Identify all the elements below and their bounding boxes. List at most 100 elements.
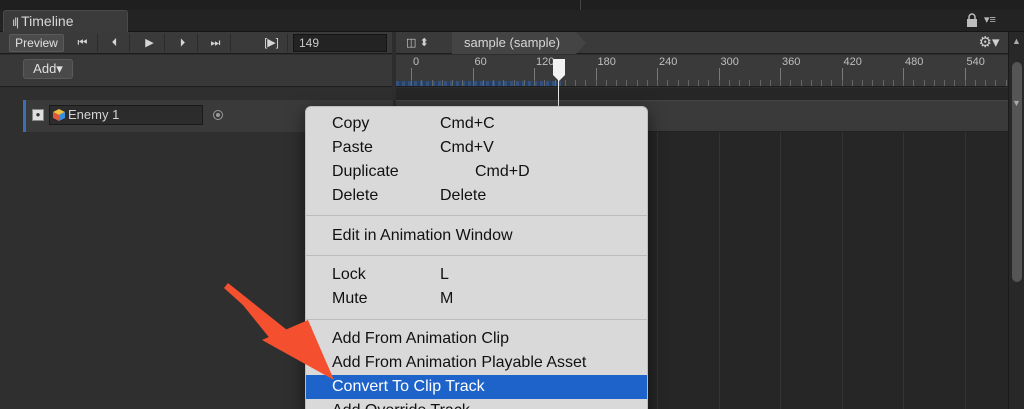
ruler-minor-tick: [482, 80, 484, 86]
menu-item-add-override-track[interactable]: Add Override Track: [306, 399, 647, 409]
ruler-minor-tick: [585, 80, 587, 86]
view-toggle[interactable]: ◫ ⬍: [406, 34, 442, 52]
scroll-down-icon[interactable]: ▼: [1012, 98, 1021, 108]
tab-timeline[interactable]: ıl| Timeline: [3, 10, 128, 32]
breadcrumb[interactable]: sample (sample): [452, 32, 587, 54]
ruler-minor-tick: [862, 80, 863, 86]
scroll-thumb[interactable]: [1012, 62, 1022, 282]
ruler-label: 0: [413, 56, 420, 68]
ruler-minor-tick: [431, 80, 433, 86]
menu-item-copy[interactable]: Copy Cmd+C: [306, 112, 647, 136]
play-range-toggle[interactable]: [▶]: [256, 34, 288, 52]
divider: [580, 0, 581, 10]
ruler-minor-tick: [995, 80, 997, 86]
menu-item-convert-to-clip-track[interactable]: Convert To Clip Track: [306, 375, 647, 399]
menu-item-label: Delete: [332, 187, 379, 204]
ruler-label: 300: [720, 56, 739, 68]
ruler-minor-tick: [493, 80, 494, 86]
menu-item-mute[interactable]: Mute M: [306, 287, 647, 311]
menu-item-shortcut: M: [440, 290, 454, 307]
ruler-minor-tick: [923, 80, 925, 86]
current-frame-field[interactable]: 149: [293, 34, 387, 52]
ruler-minor-tick: [605, 80, 607, 86]
ruler-minor-tick: [708, 80, 710, 86]
top-band: [0, 0, 1024, 10]
ruler-minor-tick: [677, 80, 679, 86]
ruler-minor-tick: [851, 80, 853, 86]
menu-item-duplicate[interactable]: Duplicate Cmd+D: [306, 160, 647, 184]
menu-item-label: Add From Animation Clip: [332, 330, 509, 347]
tab-title: Timeline: [21, 13, 74, 29]
goto-start-icon[interactable]: ⏮: [68, 34, 98, 52]
menu-item-label: Add Override Track: [332, 399, 470, 409]
ruler-minor-tick: [534, 80, 535, 86]
ruler-label: 180: [597, 56, 616, 68]
ruler-minor-tick: [441, 80, 443, 86]
menu-item-label: Add From Animation Playable Asset: [332, 354, 587, 371]
menu-item-shortcut: L: [440, 266, 449, 283]
game-object-icon: [53, 109, 65, 121]
transport-toolbar: Preview ⏮ ⏴ ▶ ⏵ ⏭ [▶] 149: [0, 32, 392, 54]
tab-menu-icon[interactable]: ▾≡: [984, 13, 996, 26]
ruler-minor-tick: [954, 80, 956, 86]
playhead-icon[interactable]: [553, 59, 565, 81]
ruler-minor-tick: [657, 80, 658, 86]
ruler-minor-tick: [913, 80, 915, 86]
menu-separator: [306, 319, 647, 320]
scroll-up-icon[interactable]: ▲: [1012, 36, 1021, 46]
time-ruler[interactable]: 0 60 120 180 240 300 360 420 480 540: [396, 55, 1008, 87]
ruler-label: 360: [782, 56, 801, 68]
lock-icon[interactable]: [966, 13, 978, 27]
menu-item-paste[interactable]: Paste Cmd+V: [306, 136, 647, 160]
preview-button[interactable]: Preview: [9, 34, 64, 52]
ruler-minor-tick: [616, 80, 617, 86]
ruler-minor-tick: [728, 80, 730, 86]
prev-frame-icon[interactable]: ⏴: [100, 34, 130, 52]
ruler-minor-tick: [421, 80, 423, 86]
object-picker-icon[interactable]: [213, 110, 223, 120]
menu-item-label: Duplicate: [332, 163, 399, 180]
menu-item-shortcut: Cmd+C: [440, 115, 495, 132]
ruler-minor-tick: [636, 80, 638, 86]
menu-item-label: Copy: [332, 115, 370, 132]
ruler-minor-tick: [985, 80, 986, 86]
play-icon[interactable]: ▶: [135, 34, 165, 52]
menu-item-add-from-animation-clip[interactable]: Add From Animation Clip: [306, 327, 647, 351]
ruler-minor-tick: [544, 80, 546, 86]
timeline-icon: ıl|: [12, 15, 19, 29]
grid-line: [780, 132, 781, 409]
track-binding-field[interactable]: Enemy 1: [49, 105, 203, 125]
ruler-minor-tick: [626, 80, 628, 86]
context-menu: Copy Cmd+C Paste Cmd+V Duplicate Cmd+D D…: [305, 106, 648, 409]
ruler-minor-tick: [523, 80, 525, 86]
ruler-minor-tick: [503, 80, 505, 86]
grid-line: [903, 132, 904, 409]
tab-strip: ıl| Timeline: [0, 10, 1024, 32]
gear-icon[interactable]: ⚙▾: [978, 33, 1000, 53]
menu-item-label: Edit in Animation Window: [332, 227, 513, 244]
menu-item-delete[interactable]: Delete Delete: [306, 184, 647, 208]
next-frame-icon[interactable]: ⏵: [168, 34, 198, 52]
ruler-minor-tick: [452, 80, 453, 86]
ruler-minor-tick: [462, 80, 464, 86]
menu-item-label: Paste: [332, 139, 373, 156]
ruler-minor-tick: [769, 80, 771, 86]
ruler-minor-tick: [780, 80, 781, 86]
menu-item-edit-in-animation-window[interactable]: Edit in Animation Window: [306, 224, 647, 248]
track-mute-toggle[interactable]: ●: [32, 109, 44, 121]
ruler-minor-tick: [800, 80, 802, 86]
ruler-minor-tick: [1005, 80, 1007, 86]
add-row: Add▾: [0, 55, 392, 87]
menu-item-shortcut: Cmd+V: [440, 139, 494, 156]
ruler-label: 240: [659, 56, 678, 68]
menu-item-add-from-playable-asset[interactable]: Add From Animation Playable Asset: [306, 351, 647, 375]
menu-item-label: Convert To Clip Track: [332, 378, 485, 395]
annotation-arrow-icon: [224, 283, 334, 380]
add-button[interactable]: Add▾: [23, 59, 73, 79]
ruler-minor-tick: [646, 80, 648, 86]
menu-item-lock[interactable]: Lock L: [306, 263, 647, 287]
sequence-toolbar: ◫ ⬍ sample (sample): [396, 32, 1008, 54]
timeline-window: ıl| Timeline ▾≡ Preview ⏮ ⏴ ▶ ⏵ ⏭ [▶] 149…: [0, 0, 1024, 409]
vertical-scrollbar[interactable]: ▲ ▼: [1008, 32, 1024, 409]
goto-end-icon[interactable]: ⏭: [201, 34, 231, 52]
